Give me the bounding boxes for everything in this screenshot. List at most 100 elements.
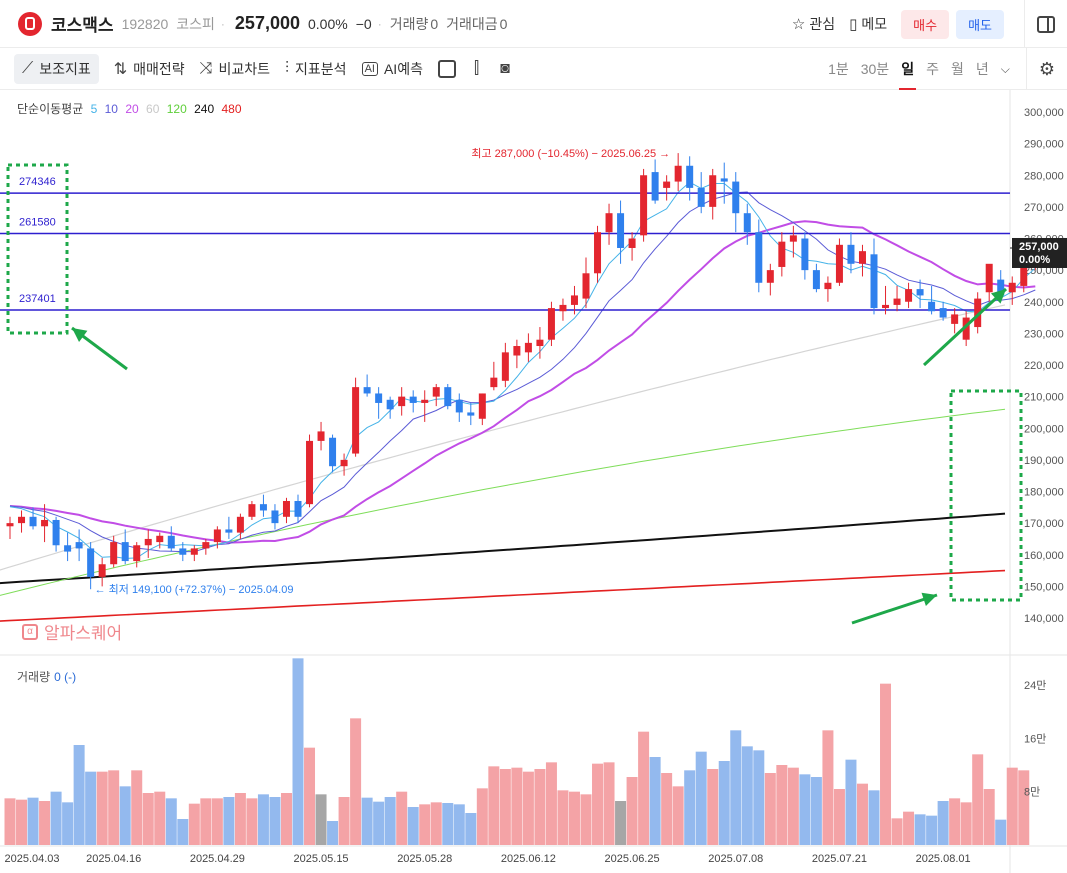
volume-bar — [568, 791, 580, 845]
candle — [467, 402, 475, 426]
watch-label: 관심 — [809, 16, 836, 32]
candle — [444, 383, 452, 410]
watch-button[interactable]: ☆ 관심 — [792, 14, 835, 34]
buy-button[interactable]: 매수 — [901, 9, 950, 39]
ai-predict-button[interactable]: AI AI예측 — [361, 54, 423, 84]
strategy-button[interactable]: ⇅ 매매전략 — [114, 54, 185, 84]
volume-bar — [280, 793, 292, 845]
x-tick-label: 2025.05.28 — [397, 853, 452, 865]
candle — [916, 279, 924, 309]
candle-body — [663, 181, 671, 188]
candle-body — [421, 399, 429, 403]
candle-body — [709, 175, 717, 207]
timeframe-day[interactable]: 일 — [899, 48, 916, 90]
volume-bar — [914, 814, 926, 845]
candle — [778, 232, 786, 277]
candle-body — [121, 542, 129, 562]
sell-button[interactable]: 매도 — [956, 9, 1004, 39]
highlight-box-left — [6, 163, 69, 335]
volume-bar — [234, 793, 246, 845]
volume-bar — [545, 762, 557, 845]
candle-body — [352, 387, 360, 454]
candlestick-icon: ⫿ — [473, 59, 480, 77]
candle — [663, 175, 671, 201]
volume-bar — [396, 791, 408, 845]
arrow-head — [72, 328, 88, 342]
ma10-line — [9, 191, 1036, 553]
volume-bar — [211, 798, 223, 845]
candle — [190, 545, 198, 562]
volume-bar — [85, 771, 97, 845]
candle — [501, 342, 509, 388]
candle — [824, 276, 832, 302]
candle-body — [686, 165, 694, 188]
candle-body — [317, 431, 325, 441]
candle-body — [375, 393, 383, 403]
analysis-button[interactable]: ⫶ 지표분석 — [285, 54, 347, 84]
volume-bar — [972, 754, 984, 845]
volume-bar — [661, 773, 673, 845]
volume-bar — [626, 777, 638, 845]
volume-bar — [741, 746, 753, 845]
candle — [144, 529, 152, 558]
chart-type-icon[interactable] — [437, 59, 456, 78]
y-tick-label: 190,000 — [1024, 455, 1064, 467]
side-panel-icon[interactable] — [1037, 15, 1055, 33]
volume-bar — [154, 791, 166, 845]
candle-body — [928, 301, 936, 312]
candle — [755, 219, 763, 293]
memo-button[interactable]: ▯ 메모 — [849, 14, 887, 34]
candle — [352, 377, 360, 457]
gear-icon[interactable]: ⚙ — [1039, 59, 1055, 80]
candle — [133, 542, 141, 568]
volume-bar — [810, 777, 822, 845]
volume-bar — [753, 750, 765, 845]
separator-dot: · — [220, 16, 225, 31]
candle — [524, 333, 532, 362]
volume-bar — [108, 770, 120, 845]
candle-body — [29, 516, 37, 527]
indicator-icon: ⟋ — [22, 59, 34, 77]
screenshot-button[interactable]: ◙ — [500, 54, 516, 84]
candle — [421, 390, 429, 422]
timeframe-year[interactable]: 년 — [976, 48, 989, 90]
ma120-line — [0, 408, 1006, 596]
arrow-head — [921, 592, 937, 607]
volume-bar — [522, 771, 534, 845]
candle — [87, 542, 95, 590]
indicator-button[interactable]: ⟋ 보조지표 — [14, 53, 99, 84]
volume-bar — [615, 801, 627, 845]
candle-body — [432, 387, 440, 397]
timeframe-30min[interactable]: 30분 — [861, 48, 889, 90]
candle-body — [882, 304, 890, 309]
volume-bar — [384, 797, 396, 845]
candle-body — [939, 308, 947, 318]
candle-type-button[interactable]: ⫿ — [474, 54, 485, 84]
volume-bar — [292, 658, 304, 845]
timeframe-month[interactable]: 월 — [951, 48, 964, 90]
timeframe-week[interactable]: 주 — [926, 48, 939, 90]
chevron-down-icon[interactable]: ⌵ — [1001, 62, 1010, 77]
candle — [605, 203, 613, 245]
candle-body — [409, 396, 417, 403]
price-chart[interactable]: 300,000290,000280,000270,000260,000250,0… — [0, 90, 1067, 873]
stock-code: 192820 — [121, 15, 169, 32]
separator-dot: · — [377, 16, 382, 31]
volume-bar — [638, 731, 650, 845]
candle — [409, 390, 417, 413]
candle — [375, 387, 383, 419]
candle — [294, 494, 302, 524]
volume-bar — [165, 798, 177, 845]
compare-button[interactable]: ⤨ 비교차트 — [200, 54, 270, 84]
candle — [167, 526, 175, 552]
candle-body — [824, 282, 832, 290]
ma240-line — [0, 512, 1006, 585]
timeframe-1min[interactable]: 1분 — [828, 48, 849, 90]
ma20-line — [9, 220, 1036, 544]
candle — [743, 203, 751, 245]
candle — [594, 225, 602, 283]
candle-body — [64, 545, 72, 552]
arrow-right-bottom — [851, 592, 938, 625]
candle-body — [858, 251, 866, 264]
candle-body — [6, 523, 14, 527]
